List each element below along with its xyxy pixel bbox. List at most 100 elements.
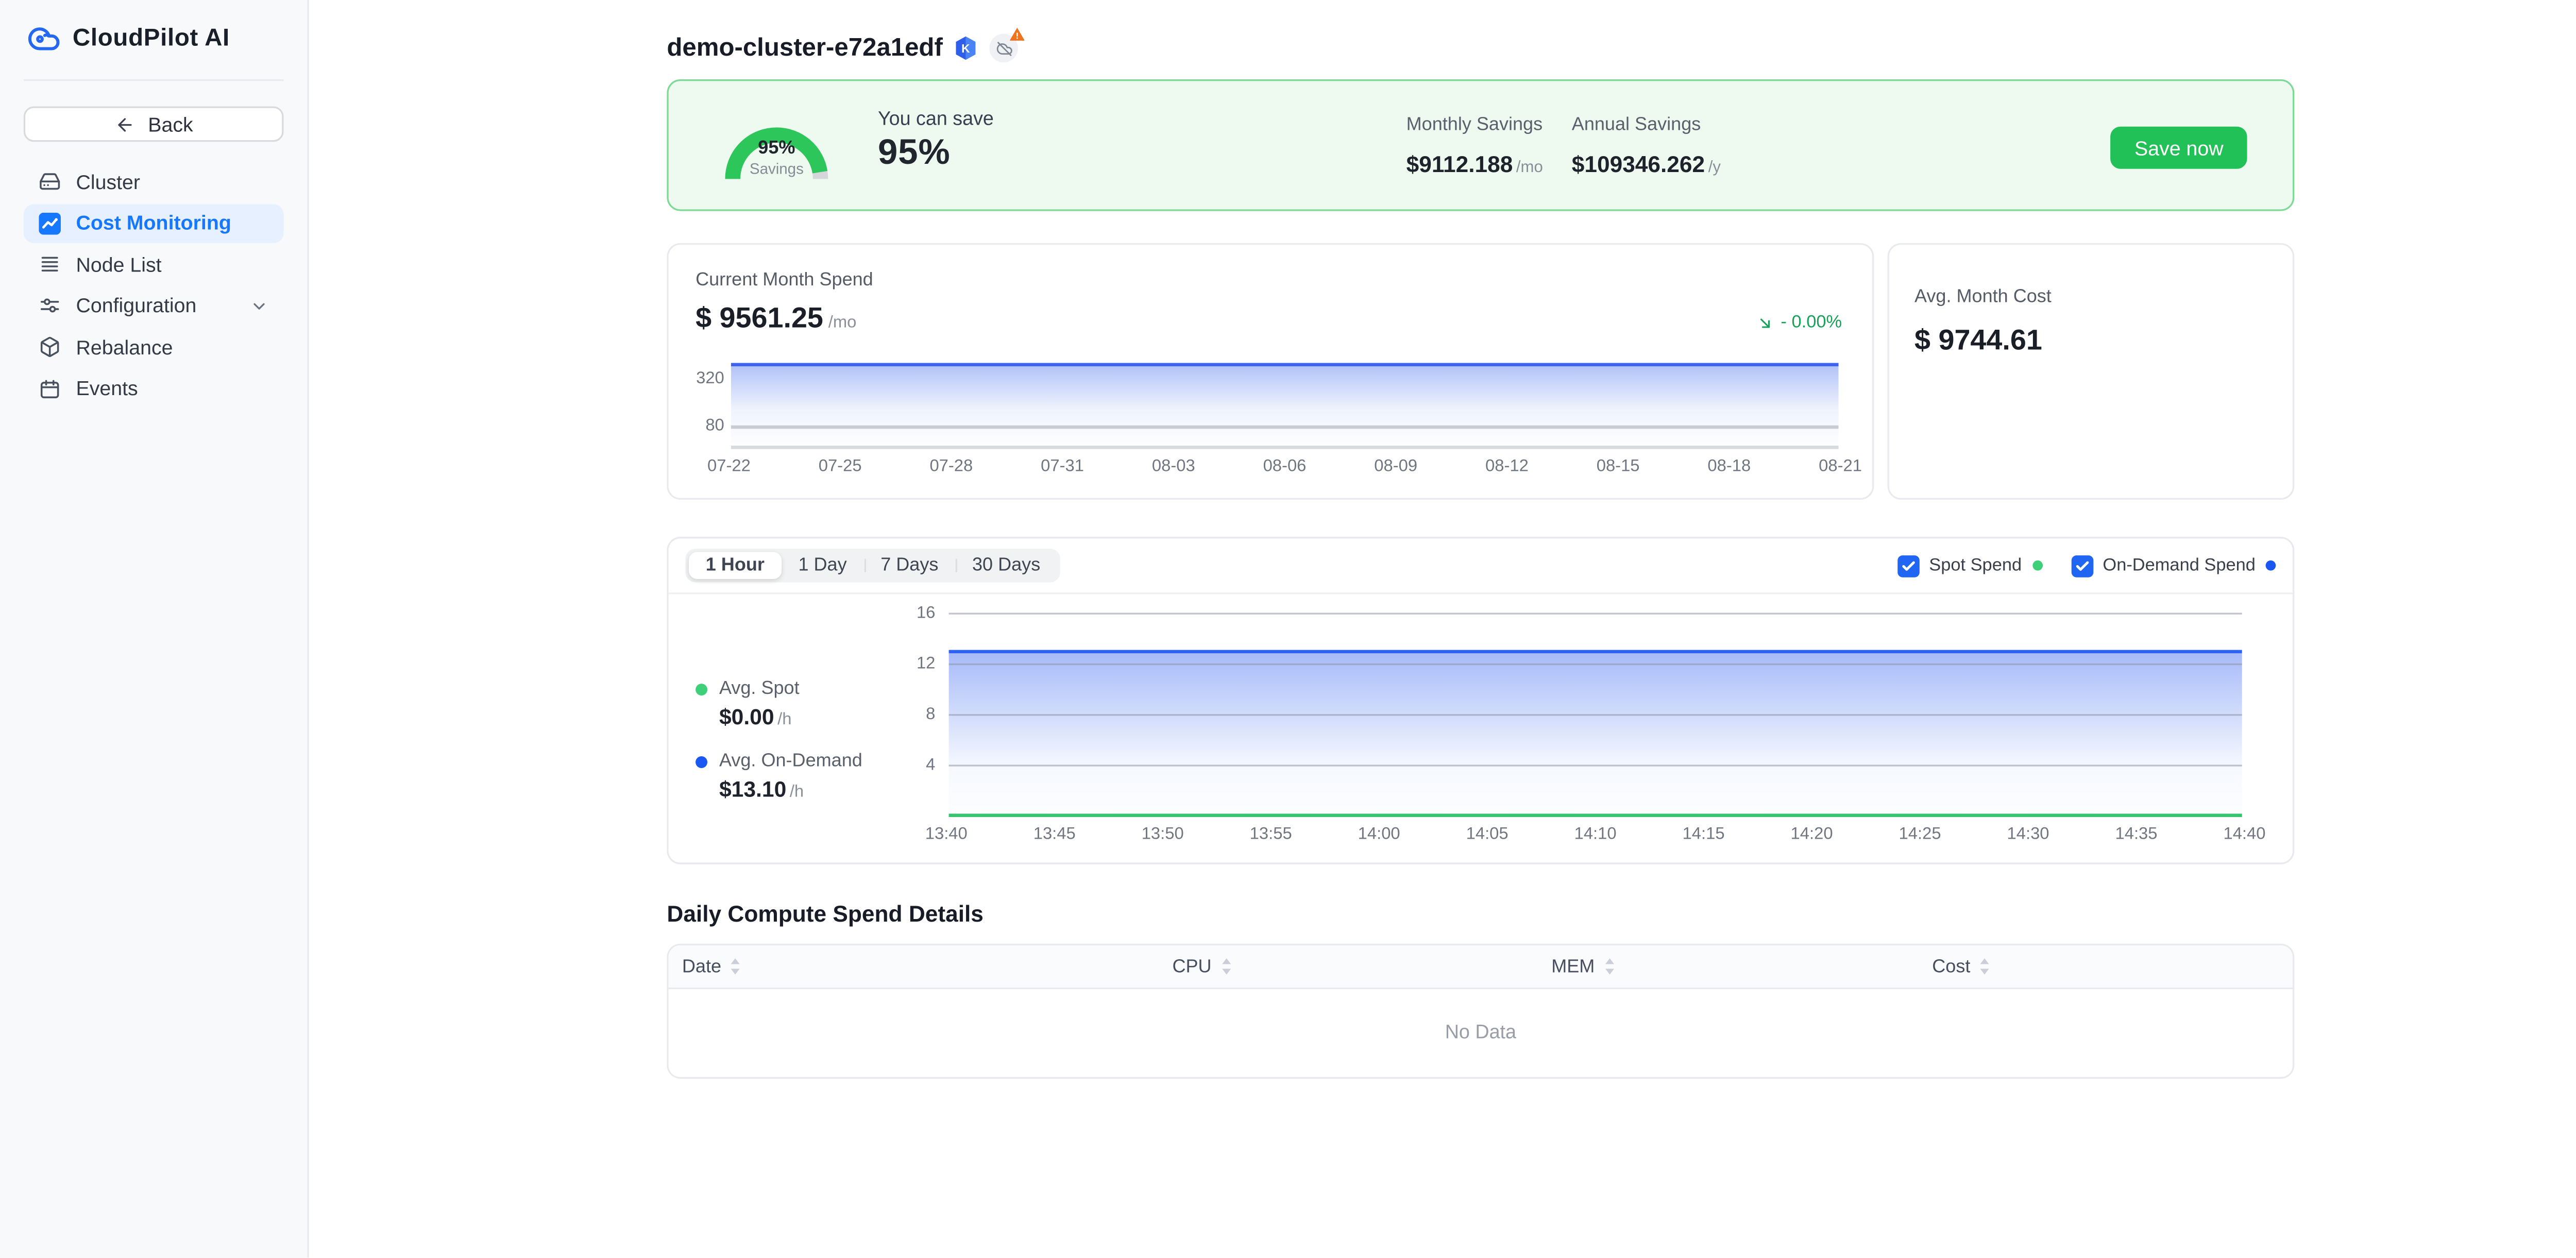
page-header: demo-cluster-e72a1edf K <box>667 34 2294 63</box>
avg-month-cost-label: Avg. Month Cost <box>1914 287 2267 307</box>
sidebar-item-label: Events <box>76 377 138 400</box>
cost-chart-icon <box>39 212 61 234</box>
stat-unit: /h <box>777 711 791 729</box>
sidebar-item-events[interactable]: Events <box>24 369 284 407</box>
annual-savings-label: Annual Savings <box>1572 115 1721 135</box>
toggle-label: Spot Spend <box>1929 555 2022 575</box>
savings-gauge: 95% Savings <box>721 111 832 185</box>
app-logo: CloudPilot AI <box>24 20 284 57</box>
x-axis-label: 07-22 <box>707 457 751 476</box>
sidebar-item-cost-monitoring[interactable]: Cost Monitoring <box>24 203 284 242</box>
month-x-axis: 07-2207-2507-2807-3108-0308-0608-0908-12… <box>707 457 1862 476</box>
arrow-left-icon <box>114 114 134 134</box>
sliders-icon <box>39 295 61 317</box>
x-axis-label: 13:40 <box>925 825 968 844</box>
avg-stats: Avg. Spot$0.00/hAvg. On-Demand$13.10/h <box>696 678 862 805</box>
column-label: Cost <box>1932 956 1970 976</box>
calendar-icon <box>39 377 61 399</box>
column-label: MEM <box>1551 956 1595 976</box>
sidebar-item-node-list[interactable]: Node List <box>24 245 284 283</box>
gridline <box>949 613 2242 615</box>
cloud-off-icon[interactable] <box>990 34 1019 63</box>
sidebar-item-rebalance[interactable]: Rebalance <box>24 328 284 366</box>
toggle-on-demand-spend[interactable]: On-Demand Spend <box>2071 554 2276 576</box>
stat-label: Avg. On-Demand <box>719 751 862 771</box>
checkbox-checked[interactable] <box>1897 554 1919 576</box>
x-axis-label: 08-12 <box>1485 457 1529 476</box>
series-color-dot <box>2266 560 2276 571</box>
y-axis-label: 8 <box>926 706 935 724</box>
hourly-x-axis: 13:4013:4513:5013:5514:0014:0514:1014:15… <box>925 825 2266 844</box>
x-axis-label: 14:20 <box>1791 825 1833 844</box>
x-axis-label: 08-18 <box>1707 457 1751 476</box>
y-axis-label: 12 <box>917 655 935 673</box>
save-now-button[interactable]: Save now <box>2111 127 2247 169</box>
column-header-date[interactable]: Date <box>669 956 1159 976</box>
back-button[interactable]: Back <box>24 106 284 142</box>
x-axis-label: 08-21 <box>1819 457 1862 476</box>
annual-savings-value: $109346.262 <box>1572 152 1705 177</box>
x-axis-label: 08-09 <box>1374 457 1417 476</box>
sidebar-divider <box>24 79 284 81</box>
y-axis-label: 80 <box>705 417 724 435</box>
annual-savings: Annual Savings $109346.262/y <box>1572 115 1721 181</box>
column-header-cpu[interactable]: CPU <box>1159 956 1538 976</box>
time-range-segmented: 1 Hour1 Day7 Days30 Days <box>685 549 1060 583</box>
spend-chart-card: 1 Hour1 Day7 Days30 Days Spot Spend On-De… <box>667 537 2294 864</box>
sidebar-menu: Cluster Cost Monitoring Node List Configura… <box>24 162 284 408</box>
y-axis-label: 320 <box>696 370 724 388</box>
current-month-spend-label: Current Month Spend <box>696 270 1845 290</box>
chevron-down-icon <box>250 296 268 315</box>
x-axis-label: 07-31 <box>1041 457 1084 476</box>
trend-down-icon <box>1755 313 1774 332</box>
y-axis-label: 16 <box>917 604 935 623</box>
main-area: demo-cluster-e72a1edf K <box>309 0 2576 1257</box>
table-empty-state: No Data <box>669 989 2293 1077</box>
x-axis-label: 08-03 <box>1152 457 1195 476</box>
column-header-mem[interactable]: MEM <box>1538 956 1919 976</box>
stat-avg-spot: Avg. Spot$0.00/h <box>696 678 862 733</box>
cost-monitoring-page: CloudPilot AI Back Cluster Cost Monitorin… <box>0 0 2576 1257</box>
checkbox-checked[interactable] <box>2071 554 2093 576</box>
x-axis-label: 14:05 <box>1466 825 1509 844</box>
range-1-hour[interactable]: 1 Hour <box>689 552 782 579</box>
toggle-spot-spend[interactable]: Spot Spend <box>1897 554 2042 576</box>
list-icon <box>39 253 61 276</box>
on-demand-area <box>949 650 2242 815</box>
x-axis-label: 14:15 <box>1683 825 1725 844</box>
svg-text:K: K <box>962 42 971 55</box>
sidebar-item-cluster[interactable]: Cluster <box>24 162 284 201</box>
sidebar-item-label: Node List <box>76 252 161 276</box>
x-axis-label: 14:35 <box>2115 825 2157 844</box>
gridline <box>949 664 2242 665</box>
series-color-dot <box>696 683 707 695</box>
stat-value: $0.00 <box>719 704 774 729</box>
range-30-days[interactable]: 30 Days <box>955 552 1057 579</box>
gauge-percent: 95% <box>721 139 832 159</box>
sort-icon[interactable] <box>1603 957 1615 976</box>
gridline <box>731 426 1839 428</box>
x-axis-label: 13:50 <box>1142 825 1184 844</box>
sidebar-item-configuration[interactable]: Configuration <box>24 286 284 325</box>
server-icon <box>39 171 61 193</box>
page-title: demo-cluster-e72a1edf <box>667 34 942 63</box>
sidebar-item-label: Configuration <box>76 294 196 317</box>
range-1-day[interactable]: 1 Day <box>782 552 864 579</box>
current-month-spend-card: Current Month Spend $ 9561.25/mo - 0.00% <box>667 243 1874 500</box>
avg-month-cost-value: $ 9744.61 <box>1914 324 2042 356</box>
range-7-days[interactable]: 7 Days <box>863 552 955 579</box>
x-axis-label: 07-28 <box>929 457 973 476</box>
sort-icon[interactable] <box>1979 957 1991 976</box>
spend-chart-header: 1 Hour1 Day7 Days30 Days Spot Spend On-De… <box>669 538 2293 594</box>
x-axis-label: 14:30 <box>2007 825 2049 844</box>
spend-chart-body: Avg. Spot$0.00/hAvg. On-Demand$13.10/h 1… <box>669 594 2293 866</box>
y-axis-label: 4 <box>926 756 935 775</box>
spot-zero-line <box>949 813 2242 817</box>
sort-icon[interactable] <box>730 957 741 976</box>
sidebar-item-label: Cluster <box>76 169 140 193</box>
stat-unit: /h <box>790 783 804 802</box>
avg-month-cost-card: Avg. Month Cost $ 9744.61 <box>1888 243 2295 500</box>
column-header-cost[interactable]: Cost <box>1919 956 2293 976</box>
sort-icon[interactable] <box>1220 957 1232 976</box>
series-color-dot <box>2032 560 2042 571</box>
